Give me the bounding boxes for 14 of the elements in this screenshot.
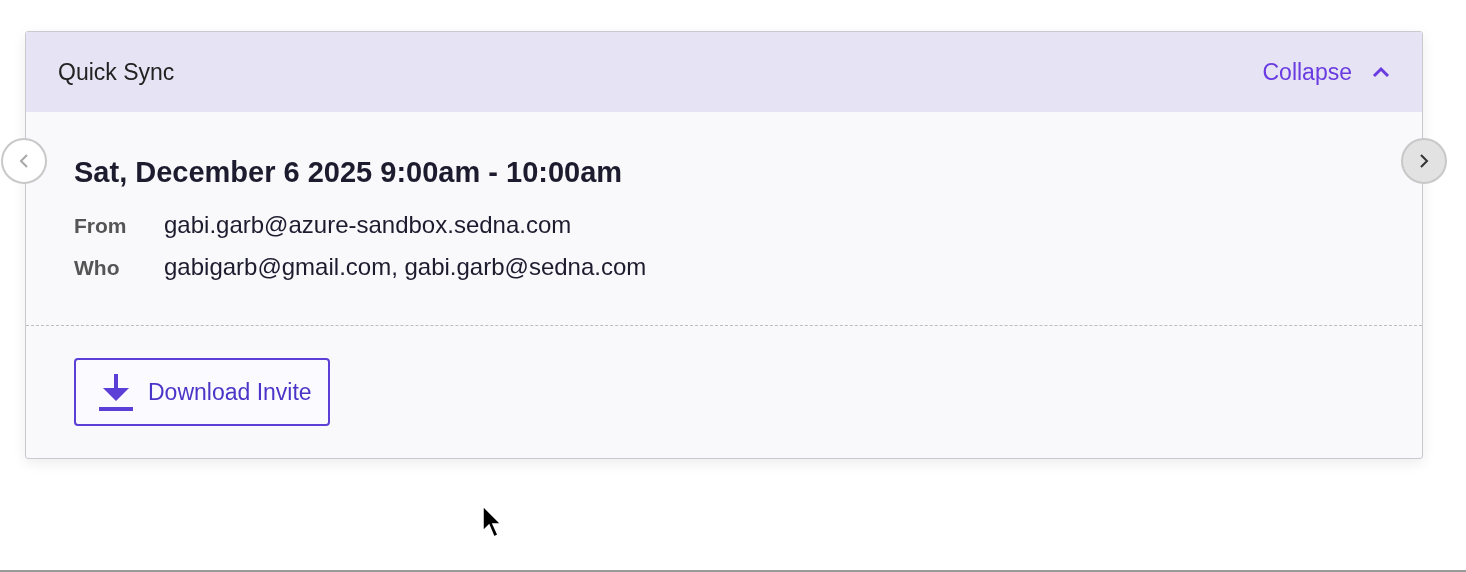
next-button[interactable]: [1401, 138, 1447, 184]
download-button[interactable]: Download Invite: [74, 358, 330, 426]
download-icon: [98, 372, 134, 412]
chevron-icon: [1372, 66, 1390, 78]
field-value: gabigarb@gmail.com, gabi.garb@sedna.com: [164, 253, 647, 281]
field-label: From: [74, 214, 128, 238]
chevron-right-icon: [1419, 153, 1429, 169]
collapse-button[interactable]: Collapse: [1262, 58, 1390, 86]
event-time: Sat, December 6 2025 9:00am - 10:00am: [74, 156, 624, 189]
pointer-icon: [482, 505, 502, 539]
card-title: Quick Sync: [58, 58, 175, 86]
chevron-left-icon: [19, 153, 29, 169]
field-value: gabi.garb@azure-sandbox.sedna.com: [164, 211, 572, 239]
field-label: Who: [74, 256, 121, 280]
